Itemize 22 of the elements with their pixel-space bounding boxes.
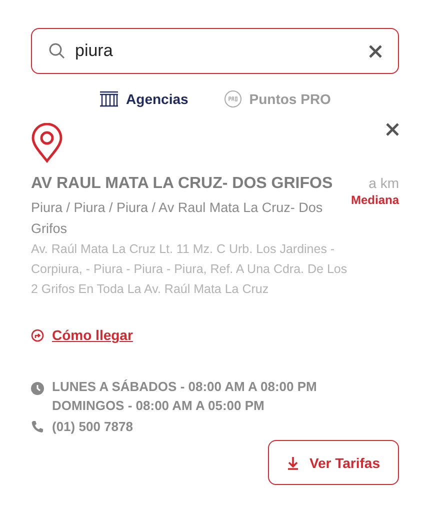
- download-icon: [287, 456, 300, 470]
- location-pin-icon: [31, 123, 63, 163]
- building-icon: [99, 91, 120, 107]
- directions-link[interactable]: Cómo llegar: [52, 327, 133, 343]
- agency-name: AV RAUL MATA LA CRUZ- DOS GRIFOS: [31, 175, 334, 193]
- opening-hours: DOMINGOS - 08:00 AM A 05:00 PM: [52, 398, 266, 413]
- close-button[interactable]: [386, 123, 399, 136]
- agency-address: Av. Raúl Mata La Cruz Lt. 11 Mz. C Urb. Los Jardines - Corpiura, - Piura - Piura - Piura, Ref. A Una Cdra. De Los 2 Grifos En Toda La Av. Raúl Mata La Cruz: [31, 241, 348, 298]
- clock-icon: [31, 382, 44, 395]
- opening-hours: LUNES A SÁBADOS - 08:00 AM A 08:00 PM: [52, 379, 317, 394]
- clear-button[interactable]: [369, 44, 382, 58]
- directions-icon: [31, 328, 44, 342]
- search-field[interactable]: piura: [31, 28, 399, 74]
- phone-icon: [31, 420, 44, 433]
- distance-label: a km: [368, 175, 399, 191]
- location-path: Piura / Piura / Piura / Av Raul Mata La Cruz- Dos Grifos: [31, 199, 324, 238]
- pro-badge-icon: [224, 90, 242, 108]
- rates-button[interactable]: Ver Tarifas: [268, 440, 399, 485]
- agency-size-label: Mediana: [350, 193, 399, 207]
- search-icon: [49, 43, 65, 59]
- phone-number: (01) 500 7878: [52, 419, 133, 434]
- tab[interactable]: Agencias: [99, 90, 188, 108]
